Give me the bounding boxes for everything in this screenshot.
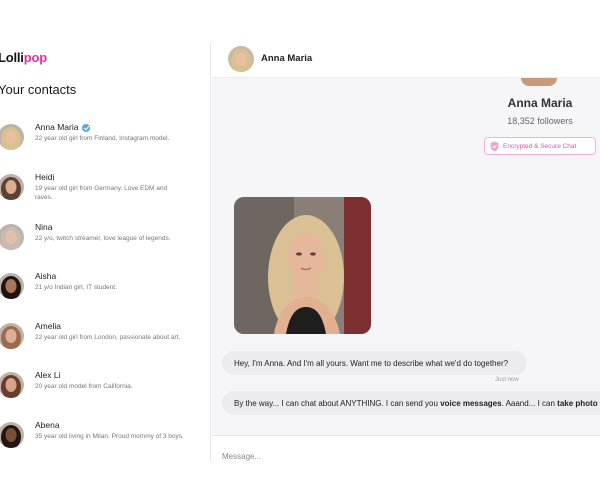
encryption-badge-label: Encrypted & Secure Chat: [503, 142, 577, 150]
contact-description: 35 year old living in Milan. Proud mommy…: [35, 433, 184, 440]
contact-info: Nina 22 y/o, twitch streamer, love league…: [35, 222, 185, 243]
contact-item[interactable]: Nina 22 y/o, twitch streamer, love league…: [0, 222, 211, 266]
contact-description: 22 year old girl from London, passionate…: [35, 334, 181, 341]
contacts-title: Your contacts: [0, 82, 77, 97]
contact-avatar: [0, 124, 24, 150]
message-bubble: By the way... I can chat about ANYTHING.…: [222, 391, 600, 415]
contact-name: Heidi: [35, 172, 55, 182]
message-text: By the way... I can chat about ANYTHING.…: [234, 398, 598, 408]
contact-description: 21 y/o Indian girl, IT student.: [35, 284, 117, 291]
contact-avatar: [0, 273, 24, 299]
message-timestamp: Just now: [495, 377, 519, 383]
contact-info: Alex Li 20 year old model from California…: [35, 370, 185, 391]
contact-avatar: [0, 372, 24, 398]
app-logo[interactable]: Lollipop: [0, 50, 47, 65]
contact-item[interactable]: Amelia 22 year old girl from London, pass…: [0, 321, 211, 365]
contact-avatar: [0, 323, 24, 349]
contact-info: Abena 35 year old living in Milan. Proud …: [35, 420, 185, 441]
contact-name: Amelia: [35, 321, 61, 331]
contact-avatar: [0, 174, 24, 200]
chat-header: Anna Maria: [212, 42, 600, 78]
verified-badge-icon: [82, 123, 91, 132]
message-bubble: Hey, I'm Anna. And I'm all yours. Want m…: [222, 351, 527, 375]
chat-header-avatar[interactable]: [228, 46, 254, 72]
contacts-sidebar: Lollipop Your contacts Anna Maria 22 year…: [0, 42, 211, 462]
top-band: [0, 0, 600, 42]
contact-avatar: [0, 224, 24, 250]
contact-avatar: [0, 422, 24, 448]
contact-name: Aisha: [35, 271, 57, 281]
contact-item[interactable]: Anna Maria 22 year old girl from Finland,…: [0, 122, 211, 166]
contact-item[interactable]: Heidi 19 year old girl from Germany. Love…: [0, 172, 211, 216]
message-composer: [212, 435, 600, 500]
profile-avatar: [521, 78, 557, 86]
contact-info: Anna Maria 22 year old girl from Finland,…: [35, 122, 185, 143]
contact-item[interactable]: Abena 35 year old living in Milan. Proud …: [0, 420, 211, 464]
contact-info: Aisha 21 y/o Indian girl, IT student.: [35, 271, 185, 292]
contact-item[interactable]: Aisha 21 y/o Indian girl, IT student.: [0, 271, 211, 315]
message-input[interactable]: [222, 446, 592, 466]
contact-info: Heidi 19 year old girl from Germany. Love…: [35, 172, 185, 202]
contact-name: Nina: [35, 222, 53, 232]
contact-description: 22 y/o, twitch streamer, love league of …: [35, 235, 171, 242]
profile-followers: 18,352 followers: [507, 116, 573, 126]
contact-description: 20 year old model from California.: [35, 383, 133, 390]
contact-name: Anna Maria: [35, 122, 185, 133]
message-text: Hey, I'm Anna. And I'm all yours. Want m…: [234, 358, 509, 368]
photo-message[interactable]: [234, 197, 371, 334]
contact-item[interactable]: Alex Li 20 year old model from California…: [0, 370, 211, 414]
contact-name: Alex Li: [35, 370, 61, 380]
chat-header-name: Anna Maria: [261, 53, 313, 64]
profile-name: Anna Maria: [507, 96, 573, 110]
contact-description: 19 year old girl from Germany. Love EDM …: [35, 185, 168, 201]
contact-description: 22 year old girl from Finland, Instagram…: [35, 135, 170, 142]
contact-info: Amelia 22 year old girl from London, pass…: [35, 321, 185, 342]
encryption-badge: Encrypted & Secure Chat: [484, 137, 596, 155]
shield-icon: [490, 141, 499, 151]
chat-panel: Anna Maria Anna Maria 18,352 followers E…: [212, 42, 600, 500]
contact-name: Abena: [35, 420, 60, 430]
